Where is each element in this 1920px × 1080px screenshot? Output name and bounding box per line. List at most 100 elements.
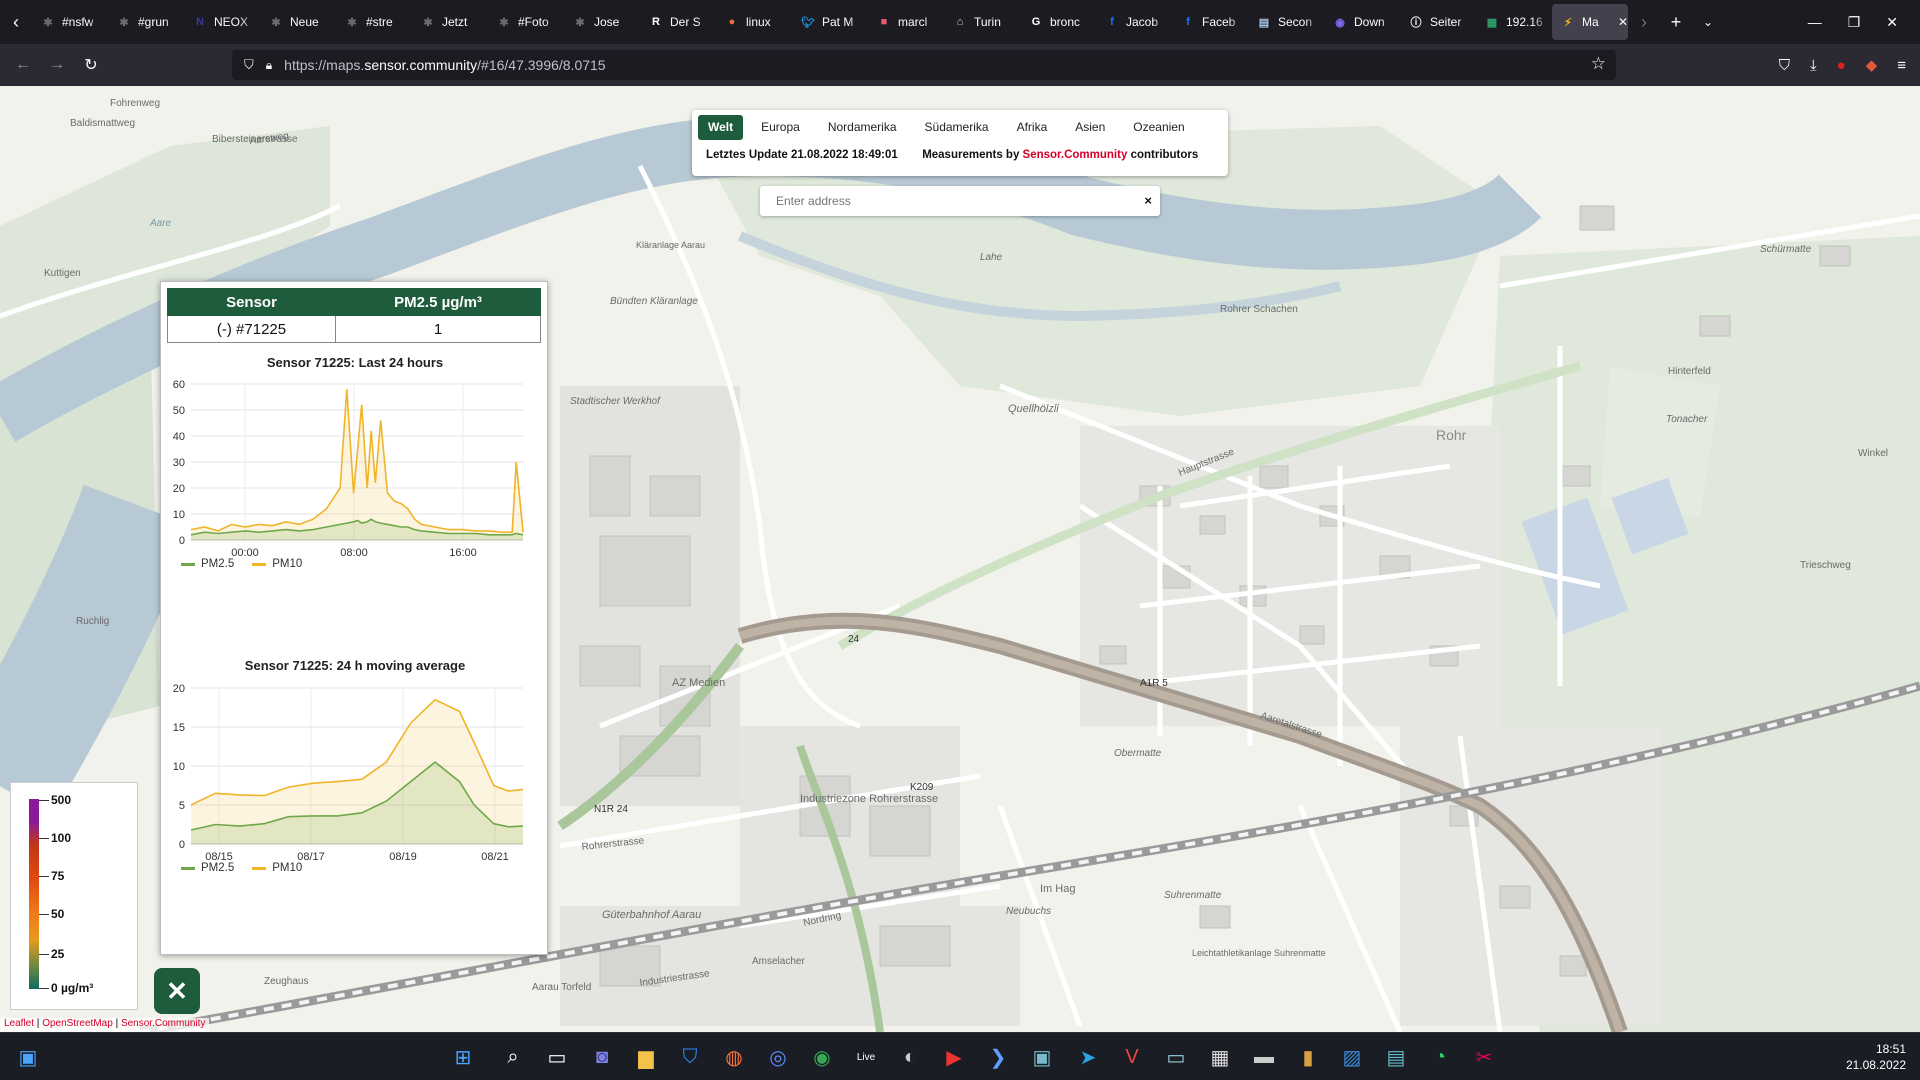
clock[interactable]: 18:51 21.08.2022 xyxy=(1846,1041,1906,1073)
browser-tab[interactable]: N NEOX xyxy=(184,4,260,40)
close-panel-button[interactable]: ✕ xyxy=(154,968,200,1014)
widgets-icon[interactable]: ▣ xyxy=(12,1041,44,1073)
region-tab[interactable]: Asien xyxy=(1065,115,1115,140)
browser-tab[interactable]: ✱ Jose xyxy=(564,4,640,40)
browser-tab[interactable]: ✱ Neue xyxy=(260,4,336,40)
app-window-icon[interactable]: ▭ xyxy=(1160,1041,1192,1073)
photos-icon[interactable]: ▨ xyxy=(1336,1041,1368,1073)
browser-tab[interactable]: ✱ Jetzt xyxy=(412,4,488,40)
tab-scroll-left-icon[interactable]: ‹ xyxy=(0,0,32,44)
back-arrow-icon[interactable]: ← xyxy=(6,56,40,74)
url-text[interactable]: https://maps.sensor.community/#16/47.399… xyxy=(284,57,605,73)
task-view-icon[interactable]: ▭ xyxy=(541,1041,573,1073)
url-prefix: https://maps. xyxy=(284,57,365,73)
sensor-id-cell[interactable]: (-) #71225 xyxy=(167,315,336,343)
chart1-title: Sensor 71225: Last 24 hours xyxy=(266,355,444,370)
live-icon[interactable]: Live xyxy=(850,1041,882,1073)
reload-icon[interactable]: ↻ xyxy=(74,55,108,75)
url-bar[interactable]: ⛉ 🔒︎ https://maps.sensor.community/#16/4… xyxy=(232,50,1616,80)
legend-item[interactable]: PM10 xyxy=(252,862,302,874)
map-label: Kläranlage Aarau xyxy=(636,240,705,250)
browser-tab[interactable]: ▤ Secon xyxy=(1248,4,1324,40)
archive-icon[interactable]: ▦ xyxy=(1204,1041,1236,1073)
clear-search-icon[interactable]: × xyxy=(1144,193,1152,208)
bookmark-star-icon[interactable]: ☆ xyxy=(1591,54,1606,74)
browser-tab[interactable]: ▦ 192.16 xyxy=(1476,4,1552,40)
tab-scroll-right-icon[interactable]: › xyxy=(1628,0,1660,44)
sensor-community-link[interactable]: Sensor.Community xyxy=(1023,149,1128,161)
tab-title: 192.16 xyxy=(1506,15,1543,29)
legend-item[interactable]: PM2.5 xyxy=(181,558,234,570)
downloads-icon[interactable]: ⤓ xyxy=(1810,57,1817,74)
tab-title: Neue xyxy=(290,15,319,29)
legend-item[interactable]: PM10 xyxy=(252,558,302,570)
library-icon[interactable]: ▮ xyxy=(1292,1041,1324,1073)
osm-link[interactable]: OpenStreetMap xyxy=(42,1018,113,1029)
media-icon[interactable]: ▶ xyxy=(938,1041,970,1073)
start-windows-icon[interactable]: ⊞ xyxy=(447,1041,479,1073)
browser-tab[interactable]: ⌂ Turin xyxy=(944,4,1020,40)
last-update: Letztes Update 21.08.2022 18:49:01 xyxy=(706,149,898,161)
forward-arrow-icon[interactable]: → xyxy=(40,56,74,74)
map-label: Bündten Kläranlage xyxy=(610,296,698,307)
tab-title: linux xyxy=(746,15,771,29)
spark-icon: ✱ xyxy=(271,16,281,29)
defender-icon[interactable]: ⛉ xyxy=(674,1041,706,1073)
region-tab[interactable]: Nordamerika xyxy=(818,115,907,140)
region-tab[interactable]: Südamerika xyxy=(915,115,999,140)
sensor-value-cell: 1 xyxy=(335,315,541,343)
powershell-icon[interactable]: ❯ xyxy=(982,1041,1014,1073)
new-tab-plus-icon[interactable]: + xyxy=(1660,0,1692,44)
browser-tab[interactable]: ✱ #nsfw xyxy=(32,4,108,40)
map-viewport[interactable]: Bibersteinerstrasse Aareweg Baldismattwe… xyxy=(0,86,1920,1032)
lock-icon[interactable]: 🔒︎ xyxy=(266,58,272,73)
restore-icon[interactable]: ❐ xyxy=(1848,14,1861,31)
browser-tab[interactable]: ✱ #stre xyxy=(336,4,412,40)
whatsapp-icon[interactable]: ◔ xyxy=(1424,1041,1456,1073)
messenger-icon[interactable]: ◎ xyxy=(762,1041,794,1073)
legend-item[interactable]: PM2.5 xyxy=(181,862,234,874)
telegram-icon[interactable]: ➤ xyxy=(1072,1041,1104,1073)
browser-tab[interactable]: R Der S xyxy=(640,4,716,40)
close-tab-icon[interactable]: ✕ xyxy=(1618,15,1628,29)
close-window-icon[interactable]: ✕ xyxy=(1886,14,1898,31)
browser-tab[interactable]: f Faceb xyxy=(1172,4,1248,40)
region-tab[interactable]: Europa xyxy=(751,115,810,140)
terminal-icon[interactable]: ▬ xyxy=(1248,1041,1280,1073)
address-input[interactable] xyxy=(776,194,1136,208)
search-icon[interactable]: ⌕ xyxy=(497,1041,529,1073)
shield-icon[interactable]: ⛉ xyxy=(244,57,254,73)
menu-hamburger-icon[interactable]: ≡ xyxy=(1897,57,1906,74)
sc-attribution-link[interactable]: Sensor.Community xyxy=(121,1018,205,1029)
voicemeeter-icon[interactable]: V xyxy=(1116,1041,1148,1073)
browser-tab[interactable]: 🐦︎ Pat M xyxy=(792,4,868,40)
browser-tab[interactable]: ⓘ Seiter xyxy=(1400,4,1476,40)
browser-tab[interactable]: ◉ Down xyxy=(1324,4,1400,40)
browser-tab[interactable]: ✱ #Foto xyxy=(488,4,564,40)
browser-tab[interactable]: ● linux xyxy=(716,4,792,40)
leaflet-link[interactable]: Leaflet xyxy=(4,1018,34,1029)
display-icon[interactable]: ▣ xyxy=(1026,1041,1058,1073)
browser-tab[interactable]: Gbronc xyxy=(1020,4,1096,40)
navigation-bar: ← → ↻ ⛉ 🔒︎ https://maps.sensor.community… xyxy=(0,44,1920,86)
extension-badge-icon[interactable]: ● xyxy=(1837,57,1846,74)
obs-icon[interactable]: ◐ xyxy=(894,1041,926,1073)
snipping-icon[interactable]: ✂ xyxy=(1468,1041,1500,1073)
pocket-icon[interactable]: ⛉ xyxy=(1779,57,1790,74)
chrome-icon[interactable]: ◉ xyxy=(806,1041,838,1073)
browser-tab[interactable]: ■ marcl xyxy=(868,4,944,40)
firefox-icon[interactable]: ◍ xyxy=(718,1041,750,1073)
browser-tab[interactable]: ⚡︎ Ma ✕ xyxy=(1552,4,1628,40)
extension-icon[interactable]: ◆ xyxy=(1866,56,1878,74)
browser-tab[interactable]: f Jacob xyxy=(1096,4,1172,40)
notepad-icon[interactable]: ▤ xyxy=(1380,1041,1412,1073)
list-all-tabs-chevron-icon[interactable]: ⌄ xyxy=(1692,0,1724,44)
region-tab[interactable]: Welt xyxy=(698,114,744,140)
file-explorer-icon[interactable]: ▆ xyxy=(630,1041,662,1073)
chat-icon[interactable]: ◙ xyxy=(586,1041,618,1073)
region-tab[interactable]: Afrika xyxy=(1007,115,1058,140)
minimize-icon[interactable]: — xyxy=(1808,14,1822,30)
browser-tab[interactable]: ✱ #grun xyxy=(108,4,184,40)
region-tab[interactable]: Ozeanien xyxy=(1123,115,1194,140)
map-label: Suhrenmatte xyxy=(1164,890,1222,901)
